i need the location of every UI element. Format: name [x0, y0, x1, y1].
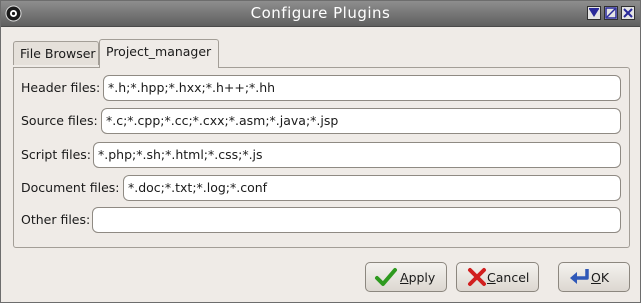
configure-plugins-dialog: Configure Plugins File Browser Project_m…: [0, 0, 641, 303]
tab-file-browser[interactable]: File Browser: [13, 41, 99, 65]
header-files-label: Header files:: [21, 80, 101, 95]
source-files-label: Source files:: [21, 113, 98, 128]
script-files-label: Script files:: [21, 147, 91, 162]
maximize-icon: [605, 7, 617, 19]
document-files-label: Document files:: [21, 180, 120, 195]
enter-arrow-icon: [570, 269, 589, 284]
other-files-input[interactable]: [92, 207, 621, 233]
ok-button[interactable]: OK: [558, 262, 630, 292]
window-title: Configure Plugins: [250, 4, 391, 22]
close-icon: [623, 8, 633, 18]
shade-button[interactable]: [587, 6, 601, 20]
maximize-button[interactable]: [604, 6, 618, 20]
tab-label: File Browser: [20, 46, 96, 61]
apply-button[interactable]: Apply: [365, 262, 447, 292]
cancel-x-icon: [468, 268, 486, 286]
source-files-input[interactable]: *.c;*.cpp;*.cc;*.cxx;*.asm;*.java;*.jsp: [101, 108, 621, 134]
header-files-input[interactable]: *.h;*.hpp;*.hxx;*.h++;*.hh: [103, 75, 621, 101]
tab-label: Project_manager: [106, 44, 212, 59]
ok-label: OK: [591, 270, 610, 285]
tab-project-manager[interactable]: Project_manager: [99, 39, 219, 68]
close-button[interactable]: [621, 6, 635, 20]
cancel-label: Cancel: [487, 270, 530, 285]
shade-icon: [589, 8, 599, 17]
checkmark-icon: [375, 268, 397, 286]
cancel-button[interactable]: Cancel: [456, 262, 539, 292]
apply-label: Apply: [400, 270, 436, 285]
other-files-label: Other files:: [21, 212, 91, 227]
script-files-input[interactable]: *.php;*.sh;*.html;*.css;*.js: [93, 142, 621, 168]
document-files-input[interactable]: *.doc;*.txt;*.log;*.conf: [123, 175, 621, 201]
title-bar[interactable]: Configure Plugins: [1, 1, 640, 27]
